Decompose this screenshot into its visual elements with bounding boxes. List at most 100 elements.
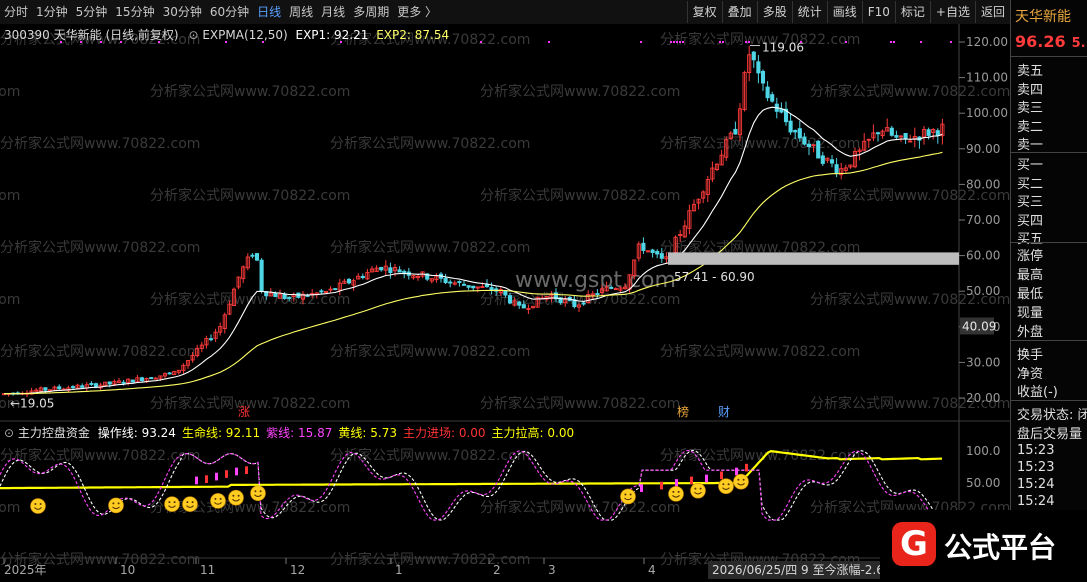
period-tab-3[interactable]: 15分钟	[111, 0, 158, 24]
tool-button-6[interactable]: 标记	[894, 1, 930, 23]
watermark-text: 分析家公式网www.70822.com	[330, 343, 530, 360]
sub-value-3: 黄线: 5.73	[338, 426, 397, 440]
quote-stat-3: 现量	[1017, 306, 1044, 321]
sell-level-4: 卖一	[1017, 138, 1044, 153]
price-tick: 90.00	[966, 142, 1000, 156]
tool-button-8[interactable]: 返回	[974, 1, 1010, 23]
x-axis-label: 10	[120, 563, 135, 577]
period-tab-2[interactable]: 5分钟	[72, 0, 112, 24]
cursor-date-text: 2026/06/25/四 9 至今涨幅-2.6	[712, 562, 884, 577]
tool-button-4[interactable]: 画线	[826, 1, 862, 23]
period-tab-10[interactable]: 更多 〉	[393, 0, 441, 24]
watermark-text: 分析家公式网www.70822.com	[480, 395, 680, 412]
tool-button-2[interactable]: 多股	[756, 1, 792, 23]
x-axis-label: 11	[200, 563, 215, 577]
watermark-text: 分析家公式网www.70822.com	[0, 187, 20, 204]
quote-stat-1: 最高	[1017, 268, 1044, 283]
watermark-brand: www.gspt.com	[515, 268, 676, 293]
sell-level-1: 卖四	[1017, 82, 1044, 98]
tool-button-7[interactable]: +自选	[929, 1, 975, 23]
sell-level-3: 卖二	[1017, 119, 1044, 135]
low-price-label: ←19.05	[10, 396, 54, 410]
watermark-text: 分析家公式网www.70822.com	[330, 447, 530, 464]
watermark-text: 分析家公式网www.70822.com	[150, 291, 350, 308]
sub-tick: 100.0	[966, 444, 1000, 458]
exp1-value: EXP1: 92.21	[295, 28, 369, 42]
buy-level-1: 买二	[1017, 176, 1044, 192]
period-tab-6[interactable]: 日线	[253, 0, 285, 24]
price-tick: 100.00	[966, 106, 1008, 120]
period-tab-5[interactable]: 60分钟	[206, 0, 253, 24]
buy-level-0: 买一	[1017, 158, 1044, 173]
logo-text: 公式平台	[944, 531, 1057, 564]
watermark-text: 分析家公式网www.70822.com	[810, 83, 1010, 100]
sub-value-1: 生命线: 92.11	[181, 426, 261, 440]
watermark-text: 分析家公式网www.70822.com	[480, 499, 680, 516]
sub-tick: 50.00	[966, 476, 1000, 490]
x-axis-label: 4	[648, 563, 656, 577]
after-hours-volume: 盘后交易量	[1017, 427, 1083, 442]
watermark-text: 分析家公式网www.70822.com	[660, 31, 860, 48]
quote-stat-4: 外盘	[1017, 325, 1044, 340]
quote-stat-0: 涨停	[1017, 249, 1044, 264]
period-tab-9[interactable]: 多周期	[349, 0, 393, 24]
tool-button-3[interactable]: 统计	[791, 1, 827, 23]
tool-button-0[interactable]: 复权	[686, 1, 722, 23]
quote-extra-0: 换手	[1017, 348, 1044, 363]
watermark-text: 分析家公式网www.70822.com	[150, 187, 350, 204]
sub-value-5: 主力拉高: 0.00	[491, 426, 575, 440]
tick-time-0: 15:23	[1017, 443, 1055, 458]
event-marker: 榜	[677, 404, 689, 419]
watermark-text: 分析家公式网www.70822.com	[150, 83, 350, 100]
watermark-text: 分析家公式网www.70822.com	[150, 395, 350, 412]
exp2-value: EXP2: 87.54	[376, 28, 450, 42]
buy-level-2: 买三	[1017, 195, 1044, 210]
quote-extra-2: 收益(-)	[1017, 385, 1058, 400]
sub-indicator-icon[interactable]: ⊙	[4, 426, 14, 440]
period-tab-0[interactable]: 分时	[0, 0, 32, 24]
top-toolbar: 分时 1分钟 5分钟 15分钟 30分钟 60分钟 日线 周线 月线 多周期 更多 〉 复权 叠加 多股…	[0, 0, 1087, 25]
event-marker: 财	[718, 405, 730, 419]
period-tab-7[interactable]: 周线	[285, 0, 317, 24]
price-tick: 80.00	[966, 177, 1000, 191]
chart-tools: 复权 叠加 多股 统计 画线 F10 标记 +自选 返回	[686, 0, 1010, 24]
x-axis-label: 2	[493, 563, 501, 577]
price-tick: 120.00	[966, 35, 1008, 49]
watermark-text: 分析家公式网www.70822.com	[480, 83, 680, 100]
price-tick: 70.00	[966, 213, 1000, 227]
period-tab-8[interactable]: 月线	[317, 0, 349, 24]
tool-button-5[interactable]: F10	[861, 1, 895, 23]
high-price-label: 119.06	[762, 41, 804, 55]
watermark-text: 分析家公式网www.70822.com	[0, 239, 200, 256]
x-axis-label: 2025年	[4, 563, 47, 577]
watermark-text: 分析家公式网www.70822.com	[0, 447, 200, 464]
support-band	[668, 252, 959, 265]
stock-code-title: 300390 天华新能 (日线,前复权)	[4, 28, 179, 42]
tool-button-1[interactable]: 叠加	[721, 1, 757, 23]
watermark-text: 分析家公式网www.70822.com	[150, 499, 350, 516]
period-tab-1[interactable]: 1分钟	[32, 0, 72, 24]
sub-indicator-name[interactable]: 主力控盘资金	[18, 426, 90, 440]
indicator-settings-icon[interactable]: ⊙	[188, 28, 198, 42]
support-band-label: 57.41 - 60.90	[674, 270, 755, 284]
indicator-name[interactable]: EXPMA(12,50)	[202, 28, 287, 42]
watermark-text: 分析家公式网www.70822.com	[330, 135, 530, 152]
kline-chart[interactable]: 分析家公式网www.70822.com 分析家公式网www.70822.com 分析…	[0, 24, 1010, 582]
main-chart-header: 300390 天华新能 (日线,前复权) ⊙ EXPMA(12,50) EXP1…	[4, 26, 449, 43]
price-tick: 20.00	[966, 391, 1000, 405]
buy-level-3: 买四	[1017, 213, 1044, 229]
period-tab-4[interactable]: 30分钟	[159, 0, 206, 24]
watermark-text: 分析家公式网www.70822.com	[480, 187, 680, 204]
watermark-text: 分析家公式网www.70822.com	[330, 239, 530, 256]
tick-time-3: 15:24	[1017, 494, 1055, 509]
tick-time-1: 15:23	[1017, 460, 1055, 475]
period-tabs: 分时 1分钟 5分钟 15分钟 30分钟 60分钟 日线 周线 月线 多周期 更多 〉	[0, 0, 441, 24]
trade-status: 交易状态: 闭	[1017, 408, 1087, 423]
watermark-text: 分析家公式网www.70822.com	[0, 291, 20, 308]
sell-level-2: 卖三	[1017, 101, 1044, 116]
watermark-text: 分析家公式网www.70822.com	[0, 135, 200, 152]
sell-level-0: 卖五	[1017, 64, 1044, 79]
cursor-price-value: 40.09	[962, 319, 996, 333]
watermark-text: 分析家公式网www.70822.com	[0, 499, 20, 516]
logo-g-icon: G	[892, 522, 936, 566]
